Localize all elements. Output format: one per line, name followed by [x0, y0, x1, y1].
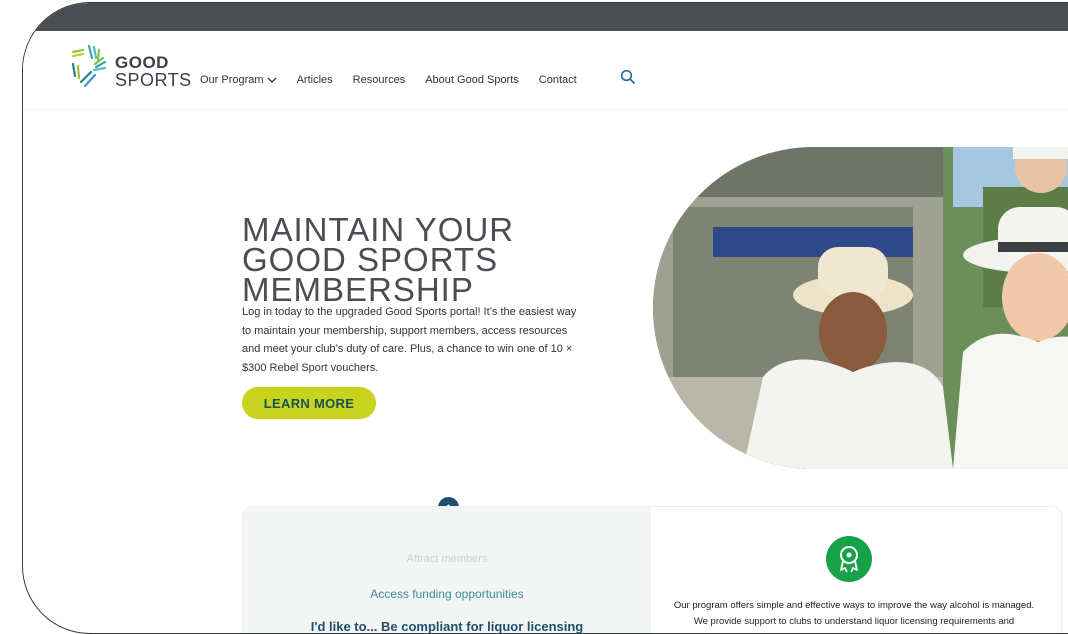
chevron-down-icon [267, 77, 277, 83]
hero-photo [653, 147, 1068, 469]
award-badge [826, 536, 872, 582]
hero-title: MAINTAIN YOUR GOOD SPORTS MEMBERSHIP [242, 213, 662, 309]
award-ribbon-icon [840, 546, 858, 573]
lawn-bowls-players-image [653, 147, 1068, 469]
nav-item-contact[interactable]: Contact [539, 74, 577, 86]
browser-window: GOOD SPORTS Our Program Articles Resourc… [22, 2, 1068, 634]
hero-description: Log in today to the upgraded Good Sports… [242, 306, 577, 374]
site-header: GOOD SPORTS Our Program Articles Resourc… [23, 31, 1068, 110]
goal-picker: Attract members Access funding opportuni… [243, 507, 651, 633]
nav-item-about[interactable]: About Good Sports [425, 74, 519, 86]
info-card-text: Our program offers simple and effective … [673, 600, 1035, 633]
logo-mark-icon [71, 44, 107, 88]
main-nav: Our Program Articles Resources About Goo… [200, 74, 577, 86]
search-icon [620, 69, 635, 84]
picker-option[interactable]: Access funding opportunities [243, 587, 651, 601]
nav-label: Our Program [200, 74, 264, 86]
nav-item-our-program[interactable]: Our Program [200, 74, 277, 86]
learn-more-button[interactable]: LEARN MORE [242, 387, 376, 419]
logo-text-sports: SPORTS [115, 70, 192, 90]
picker-option-selected[interactable]: I'd like to... Be compliant for liquor l… [243, 619, 651, 633]
hero-title-line: MEMBERSHIP [242, 271, 474, 309]
nav-item-articles[interactable]: Articles [297, 74, 333, 86]
good-sports-logo[interactable]: GOOD SPORTS [69, 42, 192, 92]
window-top-bar [23, 3, 1068, 31]
nav-item-resources[interactable]: Resources [353, 74, 406, 86]
picker-option[interactable]: Attract members [243, 553, 651, 565]
goals-card: Attract members Access funding opportuni… [242, 506, 1062, 633]
search-button[interactable] [620, 69, 636, 90]
